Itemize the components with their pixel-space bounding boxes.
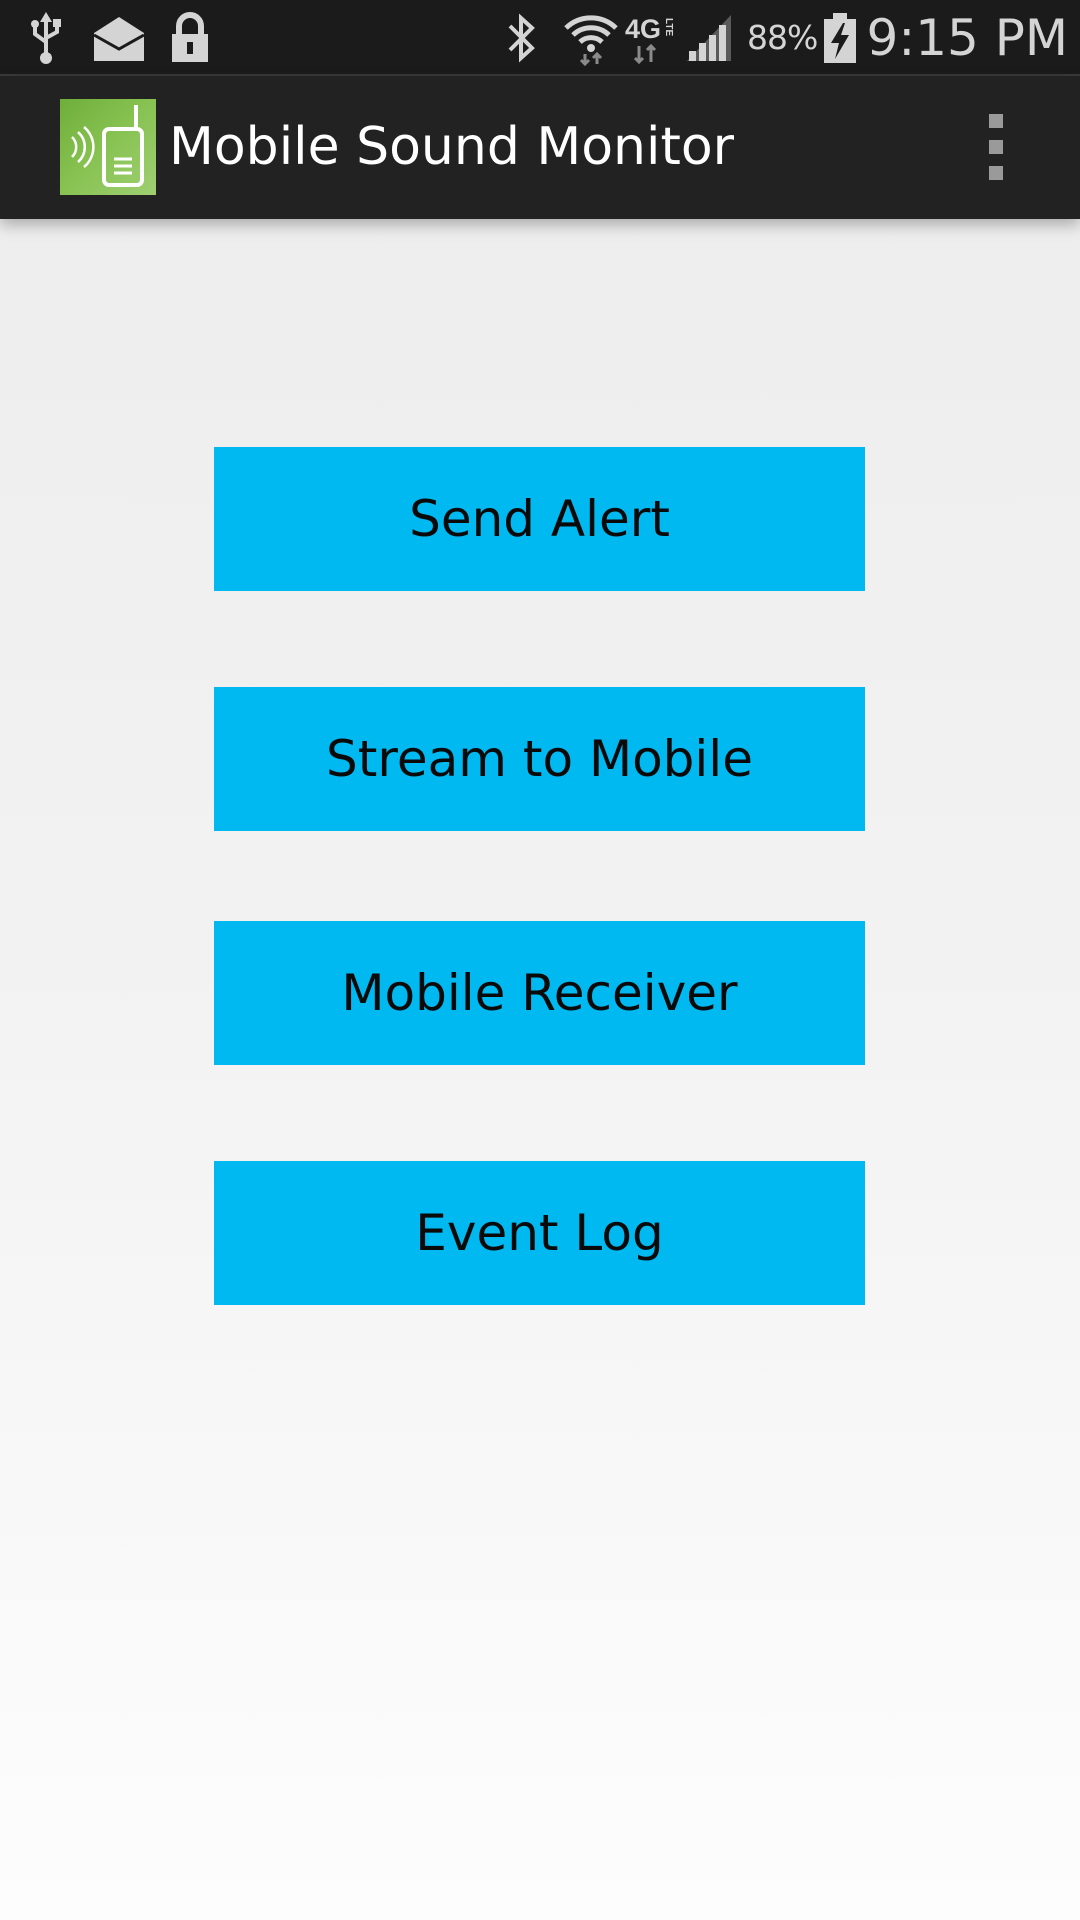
lte-data-icon: 4G LTE bbox=[622, 0, 682, 76]
stream-to-mobile-button[interactable]: Stream to Mobile bbox=[214, 687, 865, 831]
menu-dot bbox=[989, 114, 1003, 128]
app-title: Mobile Sound Monitor bbox=[169, 117, 735, 177]
menu-dot bbox=[989, 140, 1003, 154]
menu-dot bbox=[989, 166, 1003, 180]
wifi-icon bbox=[560, 0, 622, 76]
event-log-button[interactable]: Event Log bbox=[214, 1161, 865, 1305]
clock: 9:15 PM bbox=[866, 9, 1068, 67]
status-bar: 4G LTE 88% 9:15 PM bbox=[0, 0, 1080, 76]
app-logo-icon[interactable] bbox=[60, 99, 156, 195]
battery-charging-icon bbox=[820, 0, 860, 76]
overflow-menu-icon[interactable] bbox=[976, 114, 1016, 180]
mail-icon bbox=[90, 0, 148, 76]
signal-icon bbox=[684, 0, 734, 76]
usb-icon bbox=[26, 0, 66, 76]
lock-icon bbox=[168, 0, 212, 76]
send-alert-button[interactable]: Send Alert bbox=[214, 447, 865, 591]
mobile-receiver-button[interactable]: Mobile Receiver bbox=[214, 921, 865, 1065]
network-type-label: 4G bbox=[625, 14, 662, 44]
action-bar: Mobile Sound Monitor bbox=[0, 76, 1080, 219]
battery-percent: 88% bbox=[747, 18, 818, 57]
bluetooth-icon bbox=[500, 0, 544, 76]
network-subtype-label: LTE bbox=[663, 18, 674, 37]
